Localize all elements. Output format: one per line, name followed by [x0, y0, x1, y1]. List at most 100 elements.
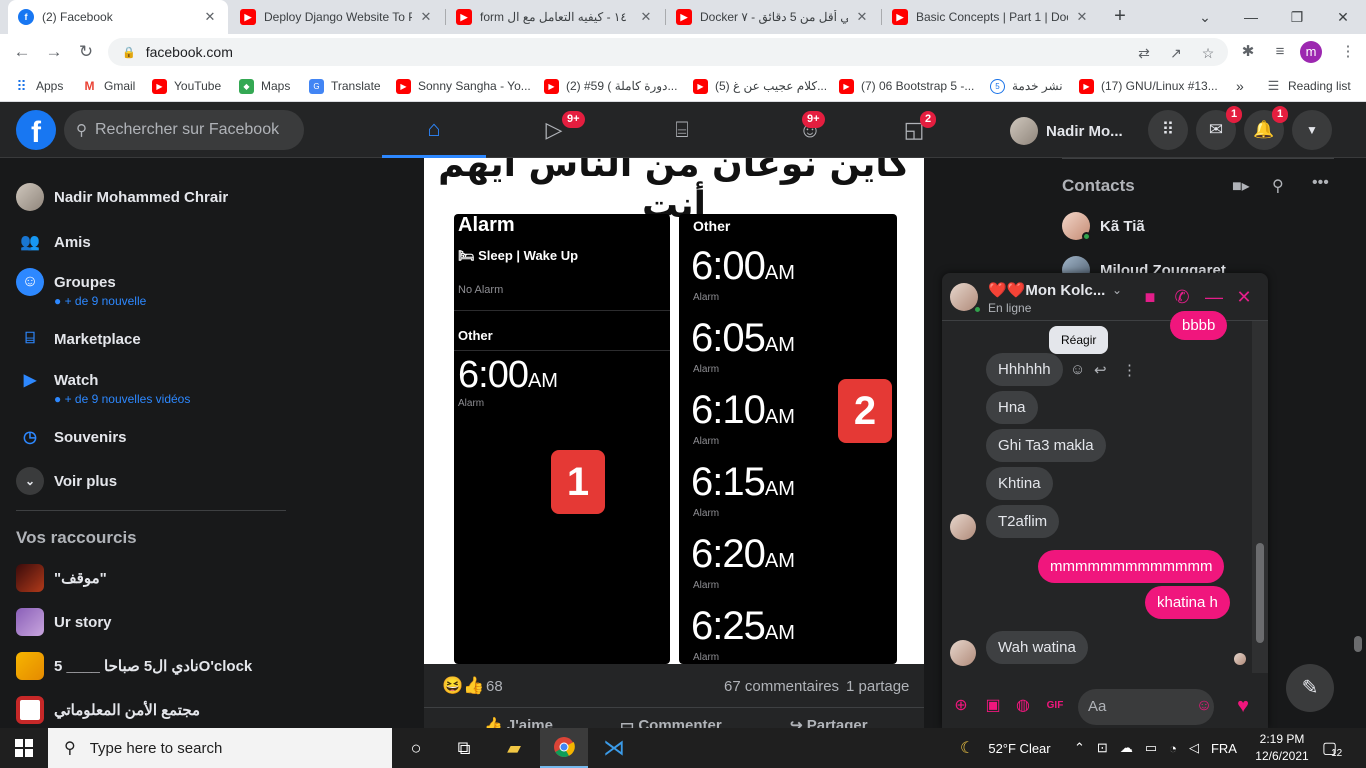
bookmark-sonny[interactable]: ▶ Sonny Sangha - Yo...: [396, 76, 531, 96]
volume-icon[interactable]: ◁: [1189, 740, 1199, 756]
bookmark-youtube[interactable]: ▶ YouTube: [152, 76, 221, 96]
weather-widget[interactable]: ☾ 52°F Clear: [960, 728, 1051, 768]
tab-docker[interactable]: ▶ Docker في أقل من 5 دقائق - ٧ ✕: [666, 0, 880, 34]
more-icon[interactable]: ⋮: [1122, 361, 1137, 379]
close-icon[interactable]: ✕: [854, 9, 870, 25]
sidebar-item-see-more[interactable]: ⌄ Voir plus: [16, 467, 117, 495]
taskbar-clock[interactable]: 2:19 PM 12/6/2021: [1254, 731, 1310, 765]
gif-icon[interactable]: GIF: [1044, 695, 1066, 717]
chrome-icon[interactable]: [540, 728, 588, 768]
onedrive-icon[interactable]: ☁: [1120, 740, 1133, 756]
translate-page-icon[interactable]: ⇄: [1134, 43, 1154, 63]
chat-scrollbar[interactable]: [1252, 321, 1268, 673]
profile-shortcut[interactable]: Nadir Mo...: [1010, 114, 1123, 148]
extensions-icon[interactable]: ✱: [1236, 40, 1260, 64]
shares-count[interactable]: 1 partage: [846, 678, 909, 695]
chevron-down-icon[interactable]: ⌄: [1112, 283, 1122, 297]
bookmark-arabic-talk[interactable]: ▶ (5) كلام عجيب عن غ...: [693, 76, 827, 96]
reply-icon[interactable]: ↩: [1094, 361, 1107, 379]
lock-icon[interactable]: 🔒: [122, 46, 136, 59]
account-dropdown-icon[interactable]: ▼: [1292, 110, 1332, 150]
shortcut-item[interactable]: Ur story: [16, 608, 112, 636]
plus-icon[interactable]: ⊕: [950, 695, 972, 717]
tab-search-icon[interactable]: ⌄: [1182, 0, 1228, 34]
react-icon[interactable]: ☺: [1070, 361, 1085, 378]
tab-form[interactable]: ▶ form ١٤ - كيفيه التعامل مع ال ✕: [446, 0, 664, 34]
phone-icon[interactable]: ✆: [1170, 285, 1194, 309]
wifi-icon[interactable]: ◔: [1169, 741, 1177, 756]
reading-list[interactable]: ☰ Reading list: [1266, 76, 1351, 96]
taskbar-search-input[interactable]: ⚲ Type here to search: [48, 728, 392, 768]
minimize-icon[interactable]: —: [1228, 0, 1274, 34]
nav-marketplace[interactable]: ⌸: [630, 102, 734, 158]
bookmark-course[interactable]: ▶ (2) #59 ( دورة كاملة...: [544, 76, 677, 96]
forward-icon[interactable]: →: [42, 40, 66, 64]
sidebar-item-watch[interactable]: ▶ Watch: [16, 366, 99, 394]
bookmark-translate[interactable]: G Translate: [309, 76, 381, 96]
shortcut-item[interactable]: نادي ال5 صباحا ____ 5O'clock: [16, 652, 252, 680]
bookmark-khamsat[interactable]: 5 نشر خدمة: [990, 76, 1063, 96]
photo-icon[interactable]: ▣: [982, 695, 1004, 717]
notification-center[interactable]: ▢ 12: [1322, 728, 1342, 768]
nav-watch[interactable]: ▷: [502, 102, 606, 158]
media-control-icon[interactable]: ≡: [1268, 40, 1292, 64]
menu-grid-icon[interactable]: ⠿: [1148, 110, 1188, 150]
page-scrollbar[interactable]: [1350, 158, 1366, 728]
close-icon[interactable]: ✕: [1232, 285, 1256, 309]
language-indicator[interactable]: FRA: [1211, 741, 1237, 756]
more-icon[interactable]: •••: [1312, 174, 1329, 192]
bookmark-star-icon[interactable]: ☆: [1198, 43, 1218, 63]
new-tab-button[interactable]: +: [1108, 5, 1132, 29]
close-icon[interactable]: ✕: [418, 9, 434, 25]
scrollbar-thumb[interactable]: [1256, 543, 1264, 643]
sticker-icon[interactable]: ◍: [1012, 695, 1034, 717]
sidebar-item-memories[interactable]: ◷ Souvenirs: [16, 423, 127, 451]
nav-home[interactable]: ⌂: [382, 102, 486, 158]
vscode-icon[interactable]: ⋊: [590, 728, 638, 768]
tab-django[interactable]: ▶ Deploy Django Website To Py ✕: [230, 0, 444, 34]
cortana-icon[interactable]: ○: [392, 728, 440, 768]
bookmark-linux[interactable]: ▶ (17) GNU/Linux #13...: [1079, 76, 1218, 96]
shortcut-item[interactable]: "موقف": [16, 564, 107, 592]
chevron-up-icon[interactable]: ⌃: [1074, 740, 1085, 756]
close-icon[interactable]: ✕: [202, 9, 218, 25]
message-bubble[interactable]: Ghi Ta3 makla: [986, 429, 1106, 462]
bookmark-bootstrap[interactable]: ▶ (7) 06 Bootstrap 5 -...: [839, 76, 974, 96]
comments-count[interactable]: 67 commentaires: [724, 678, 839, 695]
message-bubble[interactable]: Wah watina: [986, 631, 1088, 664]
sidebar-item-groups[interactable]: ☺ Groupes: [16, 268, 116, 296]
message-bubble[interactable]: khatina h: [1145, 586, 1230, 619]
message-bubble[interactable]: T2aflim: [986, 505, 1060, 538]
facebook-logo[interactable]: f: [16, 110, 56, 150]
bookmark-apps[interactable]: ⠿ Apps: [14, 76, 63, 96]
close-icon[interactable]: ✕: [1074, 9, 1090, 25]
contact-item[interactable]: Kã Tiã: [1062, 212, 1145, 241]
video-call-icon[interactable]: ■▸: [1232, 176, 1250, 196]
message-bubble[interactable]: Hna: [986, 391, 1038, 424]
video-call-icon[interactable]: ■: [1138, 285, 1162, 309]
nav-gaming[interactable]: ◱: [862, 102, 966, 158]
menu-kebab-icon[interactable]: ⋮: [1336, 40, 1360, 64]
sidebar-item-marketplace[interactable]: ⌸ Marketplace: [16, 325, 141, 353]
reactions-count[interactable]: 68: [486, 678, 503, 695]
bookmark-gmail[interactable]: M Gmail: [82, 76, 135, 96]
scrollbar-thumb[interactable]: [1354, 636, 1362, 652]
profile-avatar[interactable]: m: [1300, 41, 1322, 63]
reaction-icons[interactable]: 😆👍: [442, 676, 484, 696]
close-icon[interactable]: ✕: [638, 9, 654, 25]
heart-icon[interactable]: ♥: [1232, 695, 1254, 717]
windows-start-icon[interactable]: [0, 728, 48, 768]
restore-icon[interactable]: ❐: [1274, 0, 1320, 34]
bookmark-maps[interactable]: ◆ Maps: [239, 76, 290, 96]
message-bubble[interactable]: mmmmmmmmmmmmm: [1038, 550, 1225, 583]
sidebar-item-friends[interactable]: 👥 Amis: [16, 228, 91, 256]
facebook-search-input[interactable]: ⚲ Rechercher sur Facebook: [64, 110, 304, 150]
file-explorer-icon[interactable]: ▰: [490, 728, 538, 768]
tab-facebook[interactable]: f (2) Facebook ✕: [8, 0, 228, 34]
shortcut-item[interactable]: مجتمع الأمن المعلوماتي: [16, 696, 200, 724]
minimize-icon[interactable]: —: [1202, 285, 1226, 309]
message-bubble[interactable]: Khtina: [986, 467, 1053, 500]
address-bar[interactable]: 🔒 facebook.com ⇄ ↗ ☆: [108, 38, 1228, 66]
sidebar-item-profile[interactable]: Nadir Mohammed Chrair: [16, 183, 228, 211]
system-tray[interactable]: ⌃ ⊡ ☁ ▭ ◔ ◁ FRA: [1074, 728, 1237, 768]
